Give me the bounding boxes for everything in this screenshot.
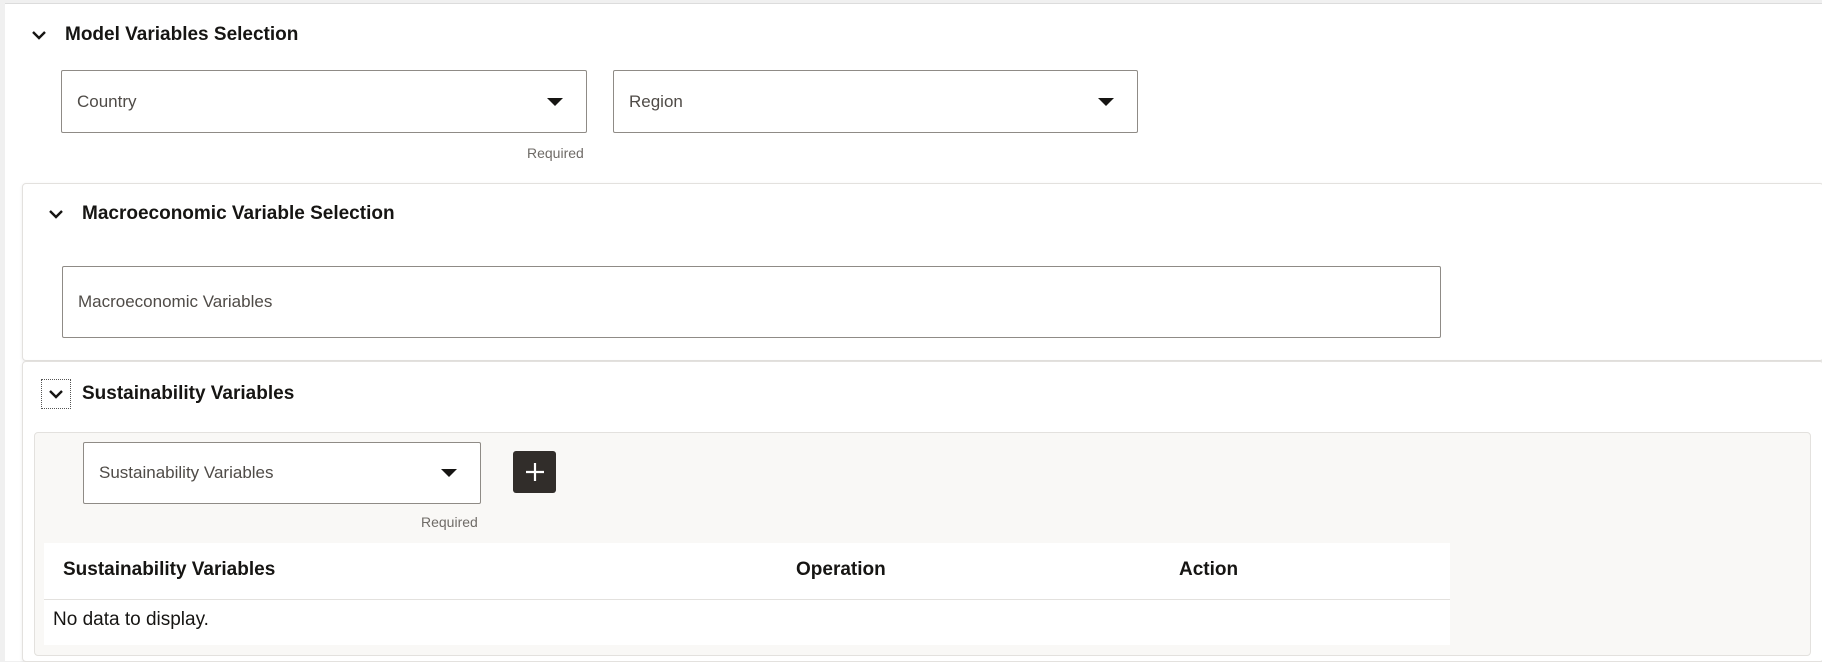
region-select[interactable]: Region <box>613 70 1138 133</box>
sustainability-table: Sustainability Variables Operation Actio… <box>44 543 1450 645</box>
collapse-model-section-button[interactable] <box>25 21 53 49</box>
plus-icon <box>525 463 544 481</box>
macro-section-panel: Macroeconomic Variable Selection Macroec… <box>22 183 1822 361</box>
sustainability-inner-panel: Sustainability Variables Required Sustai… <box>34 432 1811 656</box>
column-header-action[interactable]: Action <box>1179 559 1238 581</box>
caret-down-icon <box>547 97 563 106</box>
sustainability-select-value: Sustainability Variables <box>99 463 274 482</box>
macro-variables-placeholder: Macroeconomic Variables <box>78 292 273 311</box>
table-header-divider <box>44 599 1450 600</box>
country-select[interactable]: Country <box>61 70 587 133</box>
add-sustainability-variable-button[interactable] <box>513 451 556 493</box>
sustainability-section-header: Sustainability Variables <box>41 379 295 409</box>
caret-down-icon <box>441 469 457 477</box>
model-section-title: Model Variables Selection <box>65 24 299 45</box>
macro-section-title: Macroeconomic Variable Selection <box>82 203 395 224</box>
region-select-value: Region <box>629 91 683 111</box>
sustainability-required-label: Required <box>421 514 478 530</box>
country-required-label: Required <box>527 145 584 161</box>
collapse-macro-section-button[interactable] <box>42 200 70 228</box>
sustainability-section-panel: Sustainability Variables Sustainability … <box>22 361 1822 662</box>
chevron-down-icon <box>49 390 63 399</box>
column-header-operation[interactable]: Operation <box>796 559 886 581</box>
page: Model Variables Selection Country Requir… <box>5 3 1822 662</box>
caret-down-icon <box>1098 97 1114 106</box>
collapse-sustainability-section-button[interactable] <box>41 379 71 409</box>
column-header-sustainability-variables[interactable]: Sustainability Variables <box>63 559 275 581</box>
empty-table-message: No data to display. <box>53 609 209 630</box>
country-select-value: Country <box>77 91 137 111</box>
chevron-down-icon <box>32 31 46 40</box>
macro-section-header: Macroeconomic Variable Selection <box>42 200 395 228</box>
chevron-down-icon <box>49 210 63 219</box>
macro-variables-field[interactable]: Macroeconomic Variables <box>62 266 1441 338</box>
sustainability-variables-select[interactable]: Sustainability Variables <box>83 442 481 504</box>
sustainability-section-title: Sustainability Variables <box>82 383 295 404</box>
model-section-header: Model Variables Selection <box>25 21 298 49</box>
